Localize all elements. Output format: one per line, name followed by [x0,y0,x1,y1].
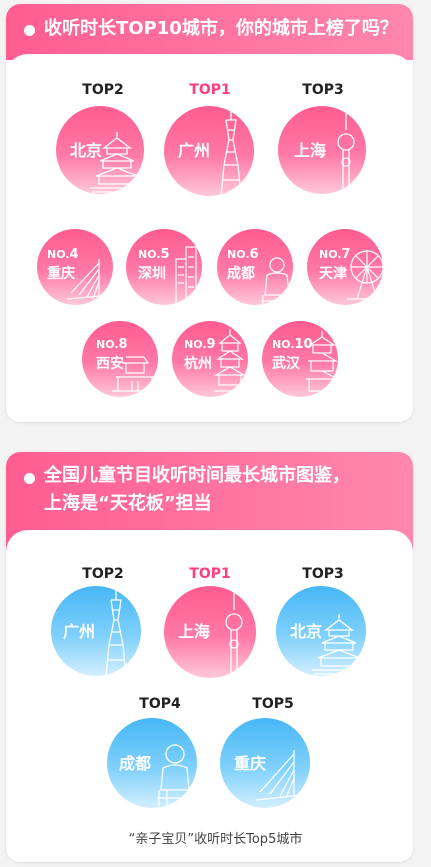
rank-label-top1: TOP1 [189,82,231,98]
rank-label-top1: TOP1 [189,566,231,582]
bridge-icon [67,259,113,305]
rank-number: NO.8 [96,337,128,352]
city-circle-guangzhou[interactable]: 广州 [164,106,254,196]
city-circle-xian[interactable]: NO.8 西安 [82,321,158,397]
city-circle-chongqing[interactable]: NO.4 重庆 [37,229,113,305]
bullet-dot-icon [24,25,35,36]
rank-label-top3: TOP3 [302,566,344,582]
rank-number: NO.6 [227,247,259,262]
pagoda-icon [214,329,246,392]
city-circle-beijing[interactable]: 北京 [276,586,366,676]
canton-tower-icon [105,590,127,676]
city-name: 广州 [178,141,211,160]
bridge-icon [256,750,310,806]
rank-label-top2: TOP2 [82,82,124,98]
card-title: 全国儿童节目收听时间最长城市图鉴， 上海是“天花板”担当 [44,462,401,518]
city-circle-shanghai[interactable]: 上海 [164,586,256,678]
yellow-crane-tower-icon [306,331,338,392]
card-title: 收听时长TOP10城市，你的城市上榜了吗？ [44,18,398,39]
buddha-statue-icon [261,257,291,305]
city-name: 深圳 [138,266,166,282]
city-circle-guangzhou[interactable]: 广州 [51,586,141,676]
header-wave [6,54,413,80]
city-name: 成都 [119,754,152,773]
city-name: 上海 [294,141,327,160]
oriental-pearl-tower-icon [225,590,243,678]
rank-label-top5: TOP5 [252,696,294,712]
buddha-statue-icon [157,744,193,806]
rank-label-top3: TOP3 [302,82,344,98]
city-gate-icon [112,356,158,392]
city-circle-shenzhen[interactable]: NO.5 深圳 [126,229,202,305]
city-circle-shanghai[interactable]: 上海 [278,106,366,194]
header-wave [6,530,413,560]
city-circle-wuhan[interactable]: NO.10 武汉 [262,321,338,397]
rank-label-top2: TOP2 [82,566,124,582]
city-name: 武汉 [272,356,300,372]
skyscraper-icon [175,246,197,305]
city-circle-beijing[interactable]: 北京 [56,106,144,194]
temple-of-heaven-icon [312,614,366,675]
city-name: 广州 [63,622,96,641]
canton-tower-icon [220,110,242,196]
rank-label-top4: TOP4 [139,696,181,712]
rank-number: NO.5 [138,247,170,262]
temple-of-heaven-icon [90,132,144,193]
city-circle-tianjin[interactable]: NO.7 天津 [307,229,383,305]
oriental-pearl-tower-icon [337,110,355,194]
card-title-line1: 全国儿童节目收听时间最长城市图鉴， [44,465,350,486]
bullet-dot-icon [24,473,35,484]
city-name: 上海 [178,622,211,641]
children-program-cities-card: 全国儿童节目收听时间最长城市图鉴， 上海是“天花板”担当 TOP2 TOP1 T… [6,452,413,862]
card-header: 收听时长TOP10城市，你的城市上榜了吗？ [6,4,413,60]
city-circle-hangzhou[interactable]: NO.9 杭州 [172,321,248,397]
rank-number: NO.9 [184,337,216,352]
city-name: 杭州 [184,356,212,372]
city-circle-chengdu[interactable]: 成都 [107,718,197,808]
chart-caption: “亲子宝贝”收听时长Top5城市 [128,832,303,847]
top10-cities-card: 收听时长TOP10城市，你的城市上榜了吗？ TOP2 TOP1 TOP3 北京 … [6,4,413,422]
ferris-wheel-icon [347,250,383,300]
city-circle-chengdu[interactable]: NO.6 成都 [217,229,293,305]
city-name: 成都 [227,266,255,282]
city-name: 天津 [319,266,347,282]
card-title-line2: 上海是“天花板”担当 [44,493,212,514]
city-circle-chongqing[interactable]: 重庆 [220,718,310,808]
